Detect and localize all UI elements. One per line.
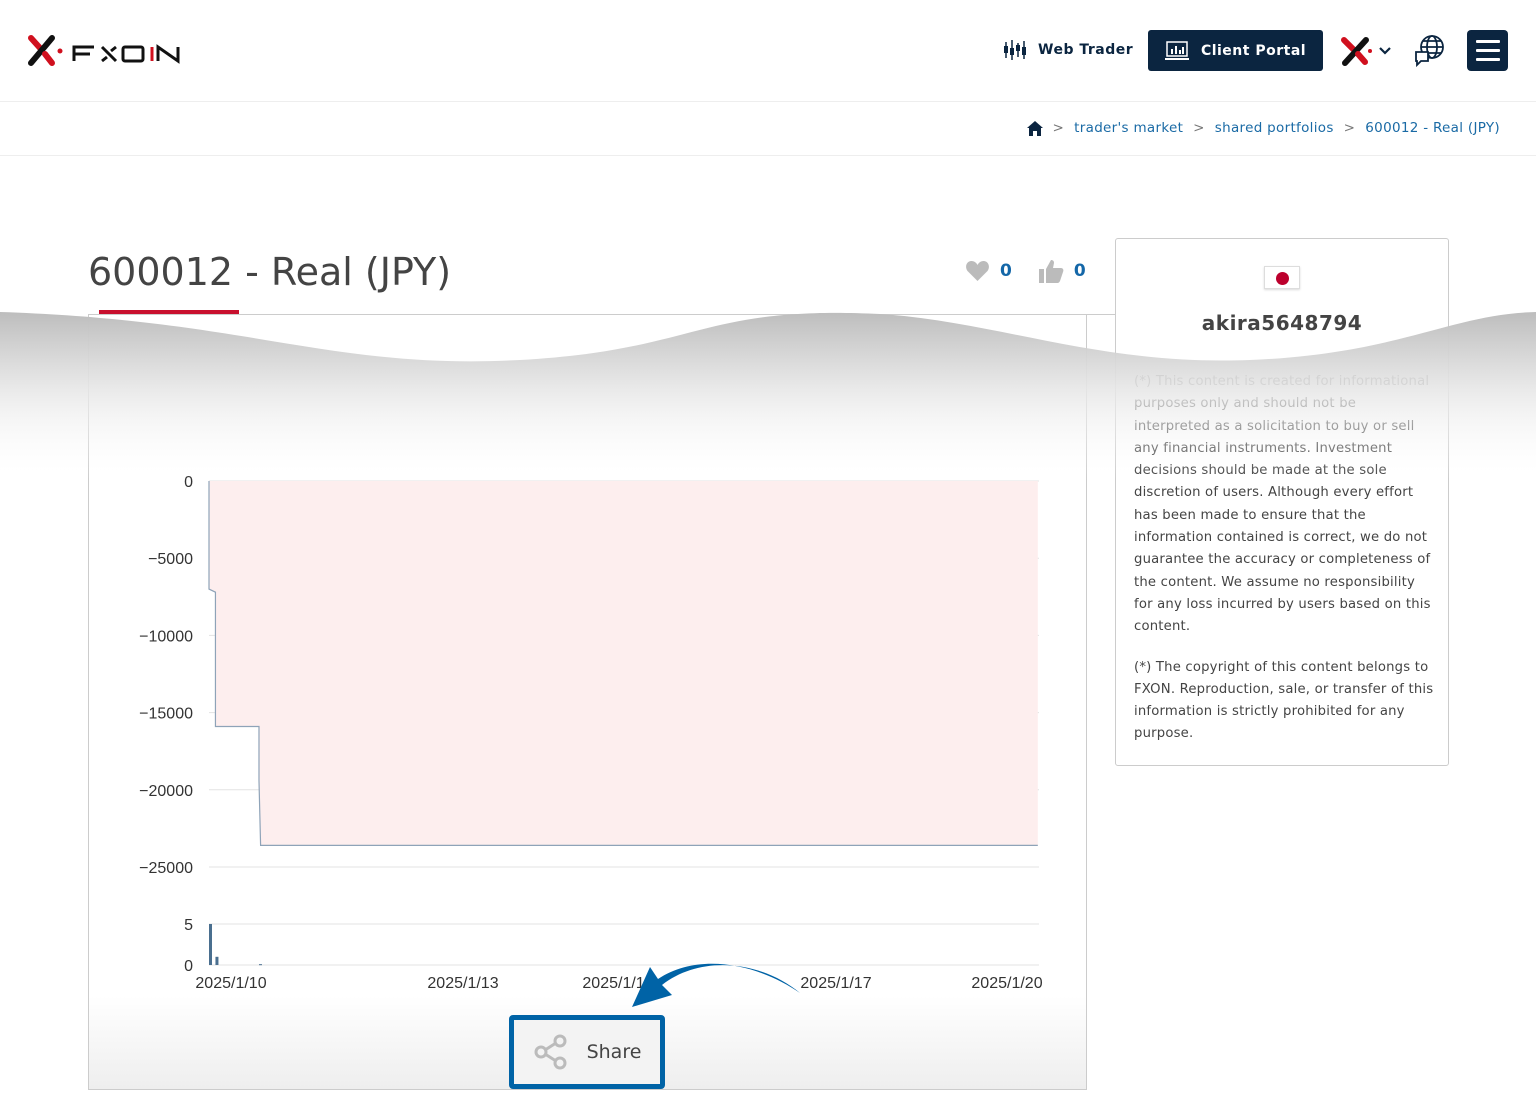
x-tick-label: 2025/1/13	[427, 975, 498, 992]
menu-button[interactable]	[1467, 30, 1508, 71]
header: Web Trader Client Portal	[0, 0, 1536, 102]
equity-chart: 0 −5000 −10000 −15000 −20000 −25000 0 5 2025/1/1…	[139, 474, 1043, 992]
y-tick-label: 0	[184, 474, 193, 491]
thumbs-up-icon[interactable]	[1038, 258, 1064, 284]
y-tick-label: −5000	[148, 551, 193, 568]
chevron-down-icon	[1379, 47, 1391, 55]
chart-panel: 0 −5000 −10000 −15000 −20000 −25000 0 5 2025/1/1…	[88, 315, 1087, 1090]
favorites-count: 0	[1000, 261, 1012, 281]
candlestick-icon	[1004, 40, 1026, 60]
volume-bar	[258, 964, 262, 966]
y-tick-label: −20000	[139, 783, 193, 800]
breadcrumb-traders-market[interactable]: trader's market	[1074, 120, 1183, 136]
client-portal-label: Client Portal	[1200, 42, 1307, 59]
breadcrumb-bar: > trader's market > shared portfolios > …	[0, 102, 1536, 156]
globe-chat-icon	[1415, 35, 1444, 68]
page-title: 600012 - Real (JPY)	[88, 250, 452, 294]
japan-flag-icon	[1264, 266, 1300, 289]
pointer-arrow	[632, 963, 800, 1007]
profile-card: akira5648794 (*) This content is created…	[1115, 238, 1449, 766]
title-underline	[99, 310, 239, 314]
breadcrumb: > trader's market > shared portfolios > …	[1026, 120, 1500, 136]
y-tick-label: −10000	[139, 628, 193, 645]
share-icon	[534, 1034, 567, 1070]
x-tick-label: 2025/1/17	[800, 975, 871, 992]
laptop-chart-icon	[1164, 40, 1189, 60]
volume-bar	[215, 956, 219, 965]
y-tick-label: −25000	[139, 860, 193, 877]
drawdown-area	[209, 481, 1038, 846]
breadcrumb-current[interactable]: 600012 - Real (JPY)	[1365, 120, 1500, 136]
x-tick-label: 2025/1/10	[195, 975, 266, 992]
likes-count: 0	[1073, 261, 1086, 281]
language-button[interactable]	[1414, 34, 1446, 72]
client-portal-button[interactable]: Client Portal	[1148, 30, 1323, 71]
fxon-logo[interactable]	[26, 34, 196, 72]
web-trader-link[interactable]: Web Trader	[1004, 40, 1133, 60]
x-tick-label: 2025/1/20	[971, 975, 1042, 992]
volume-bar	[209, 924, 212, 965]
breadcrumb-shared-portfolios[interactable]: shared portfolios	[1215, 120, 1334, 136]
web-trader-label: Web Trader	[1038, 42, 1134, 58]
volume-tick-label: 5	[184, 917, 193, 934]
hamburger-icon	[1475, 40, 1500, 43]
home-icon[interactable]	[1026, 120, 1043, 136]
volume-tick-label: 0	[184, 958, 193, 975]
copyright-text: (*) The copyright of this content belong…	[1134, 659, 1434, 742]
reactions: 0 0	[965, 258, 1086, 284]
heart-icon[interactable]	[965, 260, 990, 282]
share-button[interactable]: Share	[509, 1015, 665, 1089]
disclaimer: (*) This content is created for informat…	[1134, 371, 1434, 746]
share-label: Share	[586, 1041, 642, 1063]
fxon-mark-icon	[1341, 37, 1372, 66]
username[interactable]: akira5648794	[1116, 311, 1448, 335]
brand-selector[interactable]	[1340, 36, 1392, 66]
disclaimer-text: (*) This content is created for informat…	[1134, 374, 1431, 635]
y-tick-label: −15000	[139, 706, 193, 723]
